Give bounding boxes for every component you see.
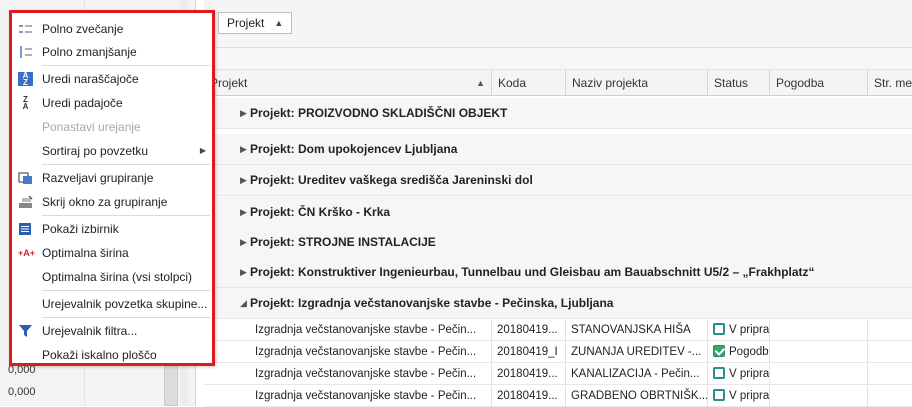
menu-item-best-fit-all[interactable]: Optimalna širina (vsi stolpci)	[12, 265, 212, 289]
group-row[interactable]: ▶ Projekt: ČN Krško - Krka	[204, 197, 912, 228]
table-row[interactable]: Izgradnja večstanovanjske stavbe - Pečin…	[204, 342, 912, 363]
menu-item-sort-by-summary[interactable]: Sortiraj po povzetku ▶	[12, 139, 212, 163]
status-open-icon	[713, 389, 725, 401]
status-open-icon	[713, 367, 725, 379]
menu-item-filter-editor[interactable]: Urejevalnik filtra...	[12, 319, 212, 343]
status-cell: V priprav	[708, 386, 770, 407]
context-menu: Polno zvečanje Polno zmanjšanje AZ Uredi…	[9, 10, 215, 366]
column-header-status[interactable]: Status	[708, 70, 770, 96]
group-row-expanded[interactable]: ◢ Projekt: Izgradnja večstanovanjske stav…	[204, 288, 912, 319]
chevron-right-icon: ▶	[199, 146, 206, 155]
column-header-str-mes[interactable]: Str. mes	[868, 70, 912, 96]
chevron-right-icon[interactable]: ▶	[240, 227, 247, 258]
ungroup-icon	[18, 171, 33, 185]
menu-separator	[42, 317, 210, 318]
sort-up-icon: ▲	[274, 18, 284, 28]
menu-item-sort-descending[interactable]: ZA Uredi padajoče	[12, 91, 212, 115]
filter-row	[204, 48, 912, 70]
filter-icon	[18, 324, 33, 338]
chevron-right-icon[interactable]: ▶	[240, 197, 247, 228]
chevron-right-icon[interactable]: ▶	[240, 257, 247, 288]
column-header-naziv[interactable]: Naziv projekta	[566, 70, 708, 96]
status-cell: V priprav	[708, 320, 770, 341]
menu-separator	[42, 65, 210, 66]
menu-item-expand-all[interactable]: Polno zvečanje	[12, 17, 212, 41]
group-row[interactable]: ▶ Projekt: STROJNE INSTALACIJE	[204, 227, 912, 258]
sort-descending-icon: ZA	[22, 95, 29, 111]
chevron-right-icon[interactable]: ▶	[240, 165, 247, 196]
menu-item-group-summary-editor[interactable]: Urejevalnik povzetka skupine...	[12, 292, 212, 316]
table-row[interactable]: Izgradnja večstanovanjske stavbe - Pečin…	[204, 320, 912, 341]
chevron-down-icon[interactable]: ◢	[240, 288, 247, 319]
menu-item-column-chooser[interactable]: Pokaži izbirnik	[12, 217, 212, 241]
column-header-projekt[interactable]: Projekt ▲	[204, 70, 492, 96]
status-check-icon	[713, 345, 725, 357]
menu-item-collapse-all[interactable]: Polno zmanjšanje	[12, 40, 212, 64]
table-row[interactable]: Izgradnja večstanovanjske stavbe - Pečin…	[204, 364, 912, 385]
menu-item-best-fit[interactable]: +A+ Optimalna širina	[12, 241, 212, 265]
sort-up-icon: ▲	[476, 78, 485, 88]
table-row[interactable]: Izgradnja večstanovanjske stavbe - Pečin…	[204, 386, 912, 407]
menu-separator	[42, 290, 210, 291]
menu-item-hide-group-panel[interactable]: Skrij okno za grupiranje	[12, 190, 212, 214]
chevron-right-icon[interactable]: ▶	[240, 98, 247, 129]
column-header-pogodba[interactable]: Pogodba	[770, 70, 868, 96]
best-fit-icon: +A+	[18, 248, 36, 258]
grid-header: Projekt ▲ Koda Naziv projekta Status Pog…	[204, 70, 912, 96]
menu-item-sort-ascending[interactable]: AZ Uredi naraščajoče	[12, 67, 212, 91]
menu-item-ungroup[interactable]: Razveljavi grupiranje	[12, 166, 212, 190]
status-open-icon	[713, 323, 725, 335]
menu-item-reset-sorting: Ponastavi urejanje	[42, 120, 141, 134]
menu-separator	[42, 215, 210, 216]
sort-ascending-icon: AZ	[18, 72, 33, 87]
collapse-all-icon	[18, 45, 33, 59]
menu-item-show-find-panel[interactable]: Pokaži iskalno ploščo	[12, 343, 212, 367]
chevron-right-icon[interactable]: ▶	[240, 134, 247, 165]
group-chip-projekt[interactable]: Projekt ▲	[218, 12, 293, 34]
left-value: 0,000	[8, 386, 36, 398]
column-chooser-icon	[18, 222, 33, 236]
status-cell: Pogodb	[708, 342, 770, 363]
group-by-panel: Projekt ▲	[204, 0, 912, 48]
hide-group-panel-icon	[18, 195, 33, 209]
group-row[interactable]: ▶ Projekt: Dom upokojencev Ljubljana	[204, 134, 912, 165]
group-chip-label: Projekt	[227, 16, 265, 30]
menu-separator	[42, 164, 210, 165]
expand-all-icon	[18, 22, 33, 36]
group-row[interactable]: ▶ Projekt: Ureditev vaškega središča Jare…	[204, 165, 912, 196]
column-header-koda[interactable]: Koda	[492, 70, 566, 96]
group-row[interactable]: ▶ Projekt: Konstruktiver Ingenieurbau, Tu…	[204, 257, 912, 288]
status-cell: V priprav	[708, 364, 770, 385]
group-row[interactable]: ▶ Projekt: PROIZVODNO SKLADIŠČNI OBJEKT	[204, 98, 912, 129]
